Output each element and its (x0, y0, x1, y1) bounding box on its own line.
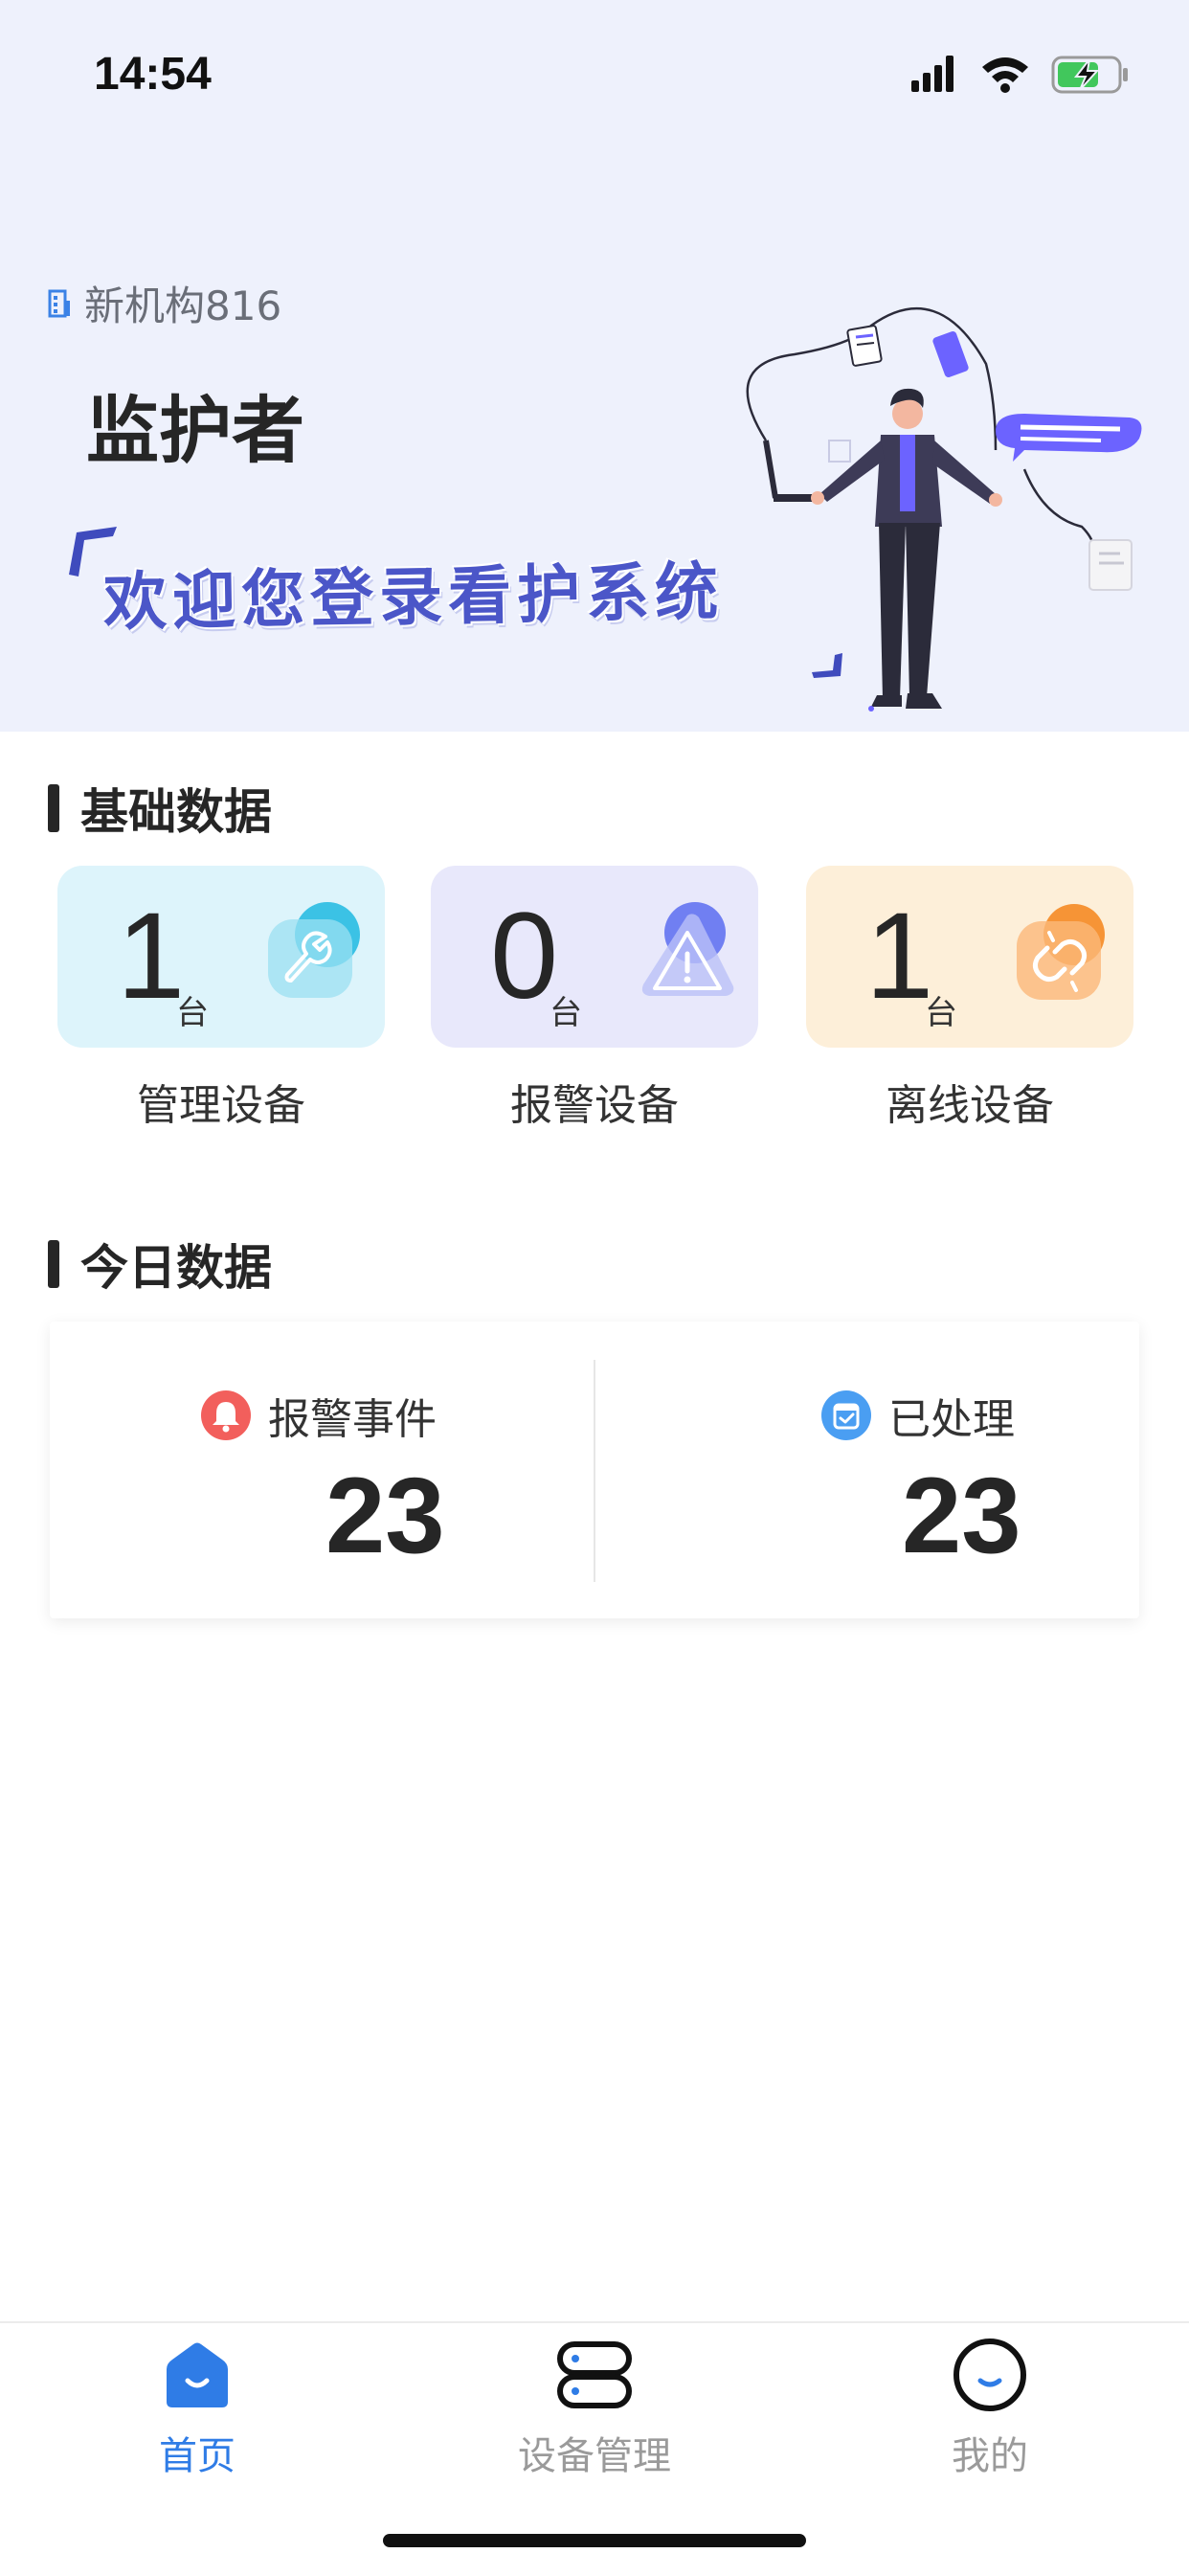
broken-link-icon (1017, 904, 1105, 1000)
handled-label: 已处理 (888, 1395, 1015, 1444)
tab-mine-label: 我的 (952, 2434, 1028, 2478)
section-title-label: 基础数据 (80, 784, 272, 840)
welcome-illustration (746, 306, 1142, 712)
org-name: 新机构816 (84, 282, 282, 329)
basic-data-section-title: 基础数据 (48, 774, 272, 843)
alarm-events-value: 23 (325, 1456, 445, 1575)
stat-unit: 台 (550, 994, 582, 1032)
managed-devices-stat[interactable]: 1 台 管理设备 (57, 866, 385, 1132)
stat-label: 报警设备 (510, 1081, 679, 1130)
handled-item[interactable]: 已处理 23 (595, 1385, 1140, 1595)
status-time: 14:54 (94, 49, 212, 100)
alarm-events-label: 报警事件 (268, 1395, 437, 1444)
stat-value: 1 (865, 888, 934, 1025)
device-management-icon (557, 2341, 632, 2408)
handled-header: 已处理 (821, 1385, 1015, 1446)
offline-devices-stat[interactable]: 1 台 离线设备 (806, 866, 1133, 1132)
building-icon (48, 289, 70, 318)
role-title: 监护者 (86, 388, 304, 473)
org-row: 新机构816 (48, 276, 281, 329)
home-indicator[interactable] (383, 2534, 806, 2547)
tab-mine[interactable]: 我的 (865, 2337, 1114, 2480)
wifi-icon (982, 57, 1028, 93)
status-icons (911, 56, 1128, 94)
stat-label: 离线设备 (886, 1081, 1054, 1130)
profile-icon (953, 2339, 1026, 2411)
alarm-devices-stat[interactable]: 0 台 报警设备 (431, 866, 758, 1132)
calendar-check-icon (821, 1390, 871, 1440)
handled-value: 23 (902, 1456, 1021, 1575)
alarm-events-header: 报警事件 (201, 1385, 437, 1446)
stat-unit: 台 (176, 994, 209, 1032)
signal-icon (911, 56, 953, 92)
warning-icon (641, 902, 734, 996)
stat-card[interactable]: 0 台 (431, 866, 758, 1048)
stat-label: 管理设备 (137, 1081, 305, 1130)
welcome-banner-text: 欢迎您登录看护系统 (102, 554, 725, 640)
alarm-events-item[interactable]: 报警事件 23 (50, 1385, 594, 1595)
battery-charging-icon (1051, 56, 1128, 94)
tab-device-management-label: 设备管理 (518, 2434, 671, 2478)
bell-icon (201, 1390, 251, 1440)
stat-card[interactable]: 1 台 (57, 866, 385, 1048)
stat-unit: 台 (925, 994, 957, 1032)
section-title-bar (48, 784, 59, 832)
today-data-panel: 报警事件 23 已处理 23 (50, 1322, 1139, 1618)
stat-value: 1 (117, 888, 186, 1025)
section-title-bar (48, 1240, 59, 1288)
home-icon (167, 2342, 228, 2407)
wrench-icon (268, 902, 360, 998)
stat-card[interactable]: 1 台 (806, 866, 1133, 1048)
tab-home-label: 首页 (159, 2434, 236, 2478)
tab-device-management[interactable]: 设备管理 (470, 2337, 719, 2480)
header-banner: 14:54 新机构816 监护者 欢迎您登录看护系统 (0, 0, 1189, 732)
tab-home[interactable]: 首页 (73, 2337, 322, 2480)
today-data-section-title: 今日数据 (48, 1230, 272, 1299)
section-title-label: 今日数据 (80, 1240, 272, 1296)
stat-value: 0 (490, 888, 559, 1025)
